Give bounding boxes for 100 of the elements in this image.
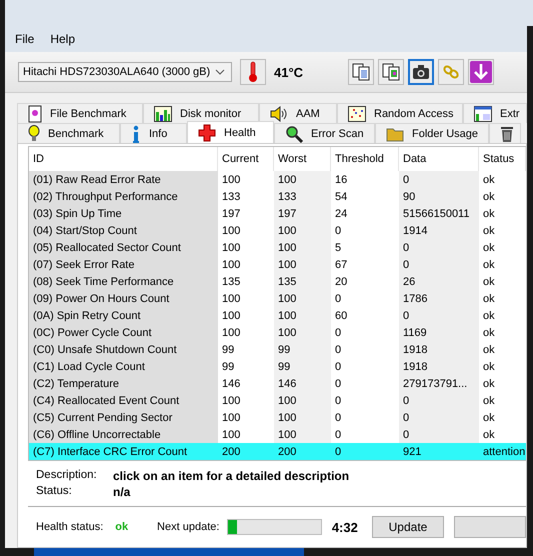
tab[interactable]: Folder Usage [375,123,489,143]
tab-label: Health [224,126,256,138]
table-cell: 0 [399,171,479,188]
table-cell: 99 [274,358,331,375]
action-button[interactable]: Update [372,516,444,538]
tab-label: Extr [500,108,520,120]
thermometer-button[interactable] [240,59,266,85]
table-cell: 100 [274,171,331,188]
toolbar-button[interactable] [378,59,404,85]
tab-label: Folder Usage [412,128,478,140]
table-cell: (09) Power On Hours Count [29,290,218,307]
table-cell: (03) Spin Up Time [29,205,218,222]
detail-label: Description: [36,469,98,483]
table-cell: (04) Start/Stop Count [29,222,218,239]
table-cell: (05) Reallocated Sector Count [29,239,218,256]
table-cell: 0 [399,239,479,256]
table-cell: 135 [274,273,331,290]
light-bulb-icon [28,124,40,142]
table-row[interactable]: (C0) Unsafe Shutdown Count 99 99 0 1918 ok [29,341,526,358]
table-cell: 51566150011 [399,205,479,222]
table-cell: 100 [274,307,331,324]
menu-item[interactable]: Help [50,32,76,46]
table-cell: 100 [274,392,331,409]
table-cell: 133 [274,188,331,205]
table-cell: (02) Throughput Performance [29,188,218,205]
table-row[interactable]: (05) Reallocated Sector Count 100 100 5 0 ok [29,239,526,256]
tab[interactable] [489,123,521,143]
table-row[interactable]: (0A) Spin Retry Count 100 100 60 0 ok [29,307,526,324]
table-cell: 200 [274,443,331,460]
tab[interactable]: Extr [463,103,527,123]
tab-label: File Benchmark [50,108,126,120]
table-cell: 0 [399,426,479,443]
table-row[interactable]: (C6) Offline Uncorrectable 100 100 0 0 ok [29,426,526,443]
table-row[interactable]: (08) Seek Time Performance 135 135 20 26 ok [29,273,526,290]
table-row[interactable]: (0C) Power Cycle Count 100 100 0 1169 ok [29,324,526,341]
tab[interactable]: Health [187,121,274,143]
tab[interactable]: File Benchmark [17,103,143,123]
table-cell: (C4) Reallocated Event Count [29,392,218,409]
table-row[interactable]: (C4) Reallocated Event Count 100 100 0 0 ok [29,392,526,409]
table-row[interactable]: (C5) Current Pending Sector 100 100 0 0 ok [29,409,526,426]
table-row[interactable]: (04) Start/Stop Count 100 100 0 1914 ok [29,222,526,239]
table-row[interactable]: (09) Power On Hours Count 100 100 0 1786 ok [29,290,526,307]
table-cell: (C1) Load Cycle Count [29,358,218,375]
table-cell: (C7) Interface CRC Error Count [29,443,218,460]
table-row[interactable]: (C7) Interface CRC Error Count 200 200 0 921 attention [29,443,526,460]
table-cell: (0A) Spin Retry Count [29,307,218,324]
table-cell: (08) Seek Time Performance [29,273,218,290]
detail-value: n/a [113,485,130,499]
table-cell: 279173791... [399,375,479,392]
table-cell: 99 [274,341,331,358]
table-cell: (C0) Unsafe Shutdown Count [29,341,218,358]
drive-dropdown[interactable]: Hitachi HDS723030ALA640 (3000 gB) [18,62,232,82]
table-cell: 1914 [399,222,479,239]
health-cross-icon [198,124,216,142]
detail-value: click on an item for a detailed description [113,469,350,483]
table-cell: (07) Seek Error Rate [29,256,218,273]
thermometer-icon [248,61,258,83]
table-row[interactable]: (02) Throughput Performance 133 133 54 90 ok [29,188,526,205]
magnifier-icon [285,124,303,142]
menu-item[interactable]: File [15,32,34,46]
tab-label: Info [149,128,168,140]
table-cell: (0C) Power Cycle Count [29,324,218,341]
table-cell: 0 [399,409,479,426]
tab[interactable]: Error Scan [274,123,375,143]
table-row[interactable]: (07) Seek Error Rate 100 100 67 0 ok [29,256,526,273]
table-cell: 0 [399,307,479,324]
speaker-icon [270,106,288,122]
table-cell: 0 [399,392,479,409]
toolbar-button[interactable] [408,59,434,85]
caret-icon [215,69,225,75]
tab[interactable]: Random Access [337,103,463,123]
table-cell: 100 [274,409,331,426]
table-cell: (C6) Offline Uncorrectable [29,426,218,443]
table-cell: (01) Raw Read Error Rate [29,171,218,188]
toolbar-button[interactable] [348,59,374,85]
table-cell: 1918 [399,358,479,375]
table-cell: attention [479,443,526,460]
table-row[interactable]: (C1) Load Cycle Count 99 99 0 1918 ok [29,358,526,375]
table-cell: (C2) Temperature [29,375,218,392]
next-update-label: Next update: [157,521,220,533]
table-cell: 26 [399,273,479,290]
table-row[interactable]: (01) Raw Read Error Rate 100 100 16 0 ok [29,171,526,188]
tab-label: Benchmark [48,128,104,140]
tab[interactable]: Info [120,123,187,143]
documents-icon [352,63,370,81]
tab[interactable]: Disk monitor [143,103,259,123]
tab-label: Random Access [374,108,454,120]
table-row[interactable]: (03) Spin Up Time 197 197 24 51566150011 ok [29,205,526,222]
table-cell: 100 [274,324,331,341]
table-cell: 200 [218,443,274,460]
health-status-label: Health status: [36,521,104,533]
tab[interactable]: Benchmark [17,123,120,143]
table-cell: 146 [274,375,331,392]
detail-label: Status: [36,485,73,499]
table-row[interactable]: (C2) Temperature 146 146 0 279173791... ok [29,375,526,392]
temperature-reading: 41°C [274,64,304,80]
tab[interactable]: AAM [259,103,337,123]
tab-label: Error Scan [311,128,364,140]
chart-window-icon [474,106,492,122]
bar-graph-icon [154,106,172,122]
